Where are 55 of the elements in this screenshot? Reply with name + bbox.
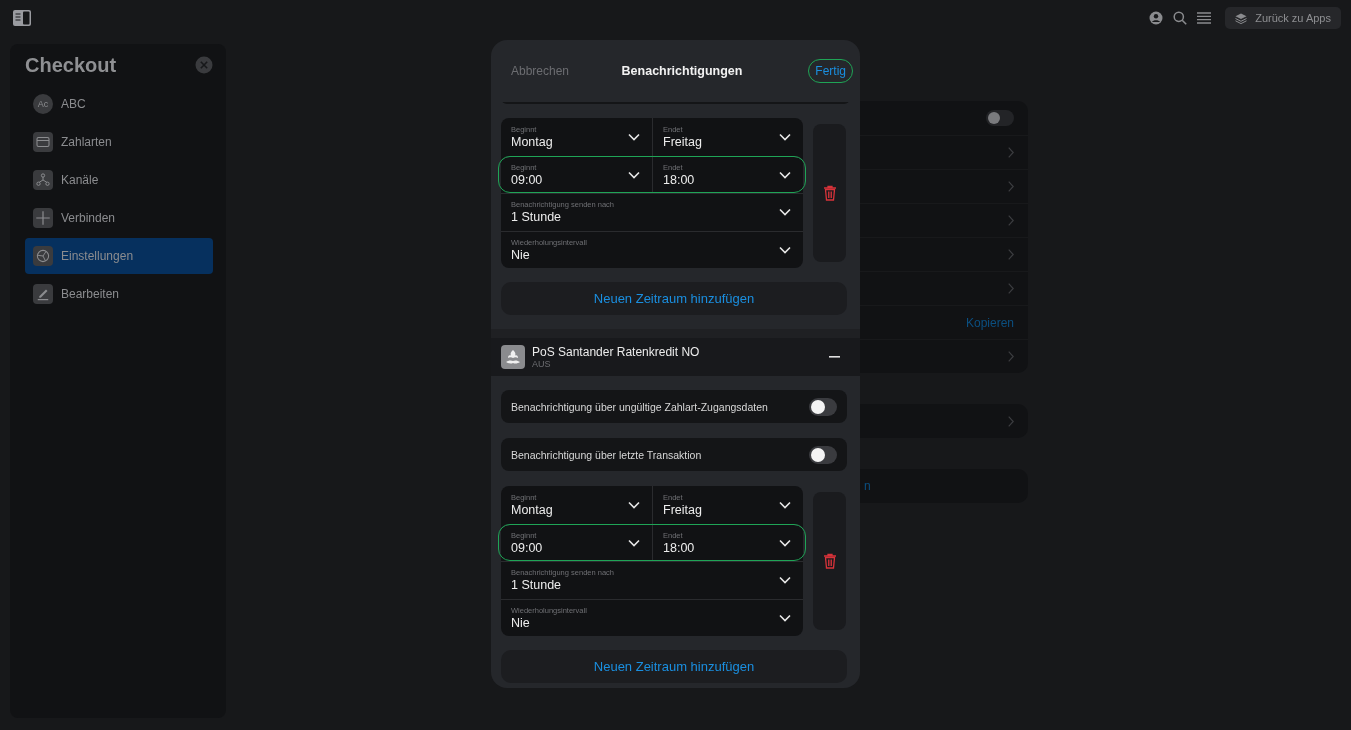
- chevron-down-icon: [628, 538, 640, 547]
- chevron-down-icon: [779, 132, 791, 141]
- network-icon: [33, 170, 53, 190]
- layers-icon: [1235, 12, 1248, 24]
- gauge-icon: [33, 246, 53, 266]
- chevron-down-icon: [779, 538, 791, 547]
- flame-icon: [501, 345, 525, 369]
- chevron-down-icon: [779, 170, 791, 179]
- modal-title: Benachrichtigungen: [621, 64, 743, 78]
- close-icon[interactable]: [195, 56, 213, 74]
- sidebar-item[interactable]: Bearbeiten: [25, 276, 213, 312]
- avatar-initials: Ac: [33, 94, 53, 114]
- toggle-label: Benachrichtigung über letzte Transaktion: [511, 448, 702, 461]
- menu-icon[interactable]: [1197, 12, 1212, 24]
- sidebar-item[interactable]: Verbinden: [25, 200, 213, 236]
- chevron-right-icon[interactable]: [1008, 249, 1014, 260]
- toggle-switch[interactable]: [986, 110, 1014, 126]
- chevron-down-icon: [779, 613, 791, 622]
- plus-icon: [33, 208, 53, 228]
- add-period-button[interactable]: Neuen Zeitraum hinzufügen: [501, 650, 847, 683]
- sidebar-item[interactable]: Kanäle: [25, 162, 213, 198]
- card-icon: [33, 132, 53, 152]
- trash-icon: [822, 185, 837, 201]
- chevron-right-icon[interactable]: [1008, 215, 1014, 226]
- chevron-down-icon: [779, 245, 791, 254]
- chevron-down-icon: [779, 576, 791, 585]
- toggle-switch[interactable]: [809, 445, 837, 464]
- chevron-right-icon[interactable]: [1008, 351, 1014, 362]
- chevron-right-icon[interactable]: [1008, 147, 1014, 158]
- add-period-button[interactable]: Neuen Zeitraum hinzufügen: [501, 282, 847, 315]
- chevron-down-icon: [628, 132, 640, 141]
- minus-icon: [829, 356, 840, 358]
- sidebar-item[interactable]: Zahlarten: [25, 124, 213, 160]
- pen-icon: [33, 284, 53, 304]
- chevron-down-icon: [628, 170, 640, 179]
- chevron-down-icon: [779, 208, 791, 217]
- sidebar-item[interactable]: Ac ABC: [25, 86, 213, 122]
- chevron-down-icon: [628, 500, 640, 509]
- back-to-apps-button[interactable]: Zurück zu Apps: [1225, 7, 1341, 29]
- chevron-down-icon: [779, 500, 791, 509]
- payment-method-title: PoS Santander Ratenkredit NO: [532, 345, 701, 359]
- toggle-label: Benachrichtigung über ungültige Zahlart-Zugangsdaten: [511, 400, 768, 413]
- chevron-right-icon[interactable]: [1008, 181, 1014, 192]
- trash-icon: [822, 553, 837, 569]
- status-text: AUS: [532, 359, 552, 369]
- sidebar-item[interactable]: Einstellungen: [25, 238, 213, 274]
- toggle-switch[interactable]: [809, 397, 837, 416]
- delete-button[interactable]: [813, 124, 846, 262]
- delete-button[interactable]: [813, 492, 846, 630]
- user-icon[interactable]: [1149, 11, 1164, 25]
- search-icon[interactable]: [1173, 11, 1188, 25]
- sidebar-toggle-icon: [12, 9, 32, 27]
- chevron-right-icon[interactable]: [1008, 283, 1014, 294]
- sidebar-title: Checkout: [25, 53, 117, 77]
- chevron-right-icon[interactable]: [1008, 415, 1014, 427]
